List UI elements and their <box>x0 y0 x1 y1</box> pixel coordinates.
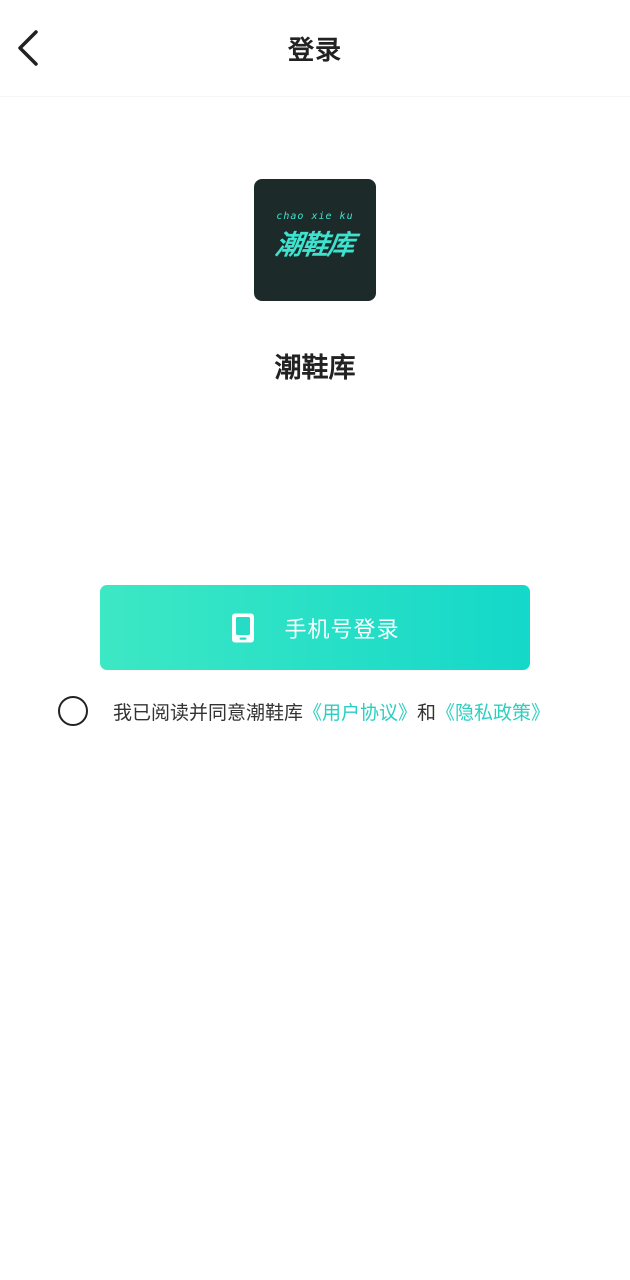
logo-mark: 潮鞋库 <box>273 230 356 261</box>
privacy-policy-link[interactable]: 《隐私政策》 <box>436 698 550 725</box>
top-nav-bar: 登录 <box>0 0 630 97</box>
agreement-checkbox[interactable] <box>58 696 88 726</box>
app-name: 潮鞋库 <box>274 353 356 384</box>
app-logo: chao xie ku 潮鞋库 <box>254 179 376 301</box>
phone-login-button[interactable]: 手机号登录 <box>100 585 530 670</box>
agreement-row: 我已阅读并同意潮鞋库 《用户协议》 和 《隐私政策》 <box>58 692 550 730</box>
login-screen: 登录 chao xie ku 潮鞋库 潮鞋库 手机号登录 我已阅读并同意潮鞋库 … <box>0 0 630 1280</box>
user-agreement-link[interactable]: 《用户协议》 <box>303 698 417 725</box>
agreement-conjunction: 和 <box>417 701 437 724</box>
logo-subtitle: chao xie ku <box>276 211 354 222</box>
agreement-text: 我已阅读并同意潮鞋库 <box>113 701 304 724</box>
phone-icon <box>230 612 256 644</box>
page-title: 登录 <box>287 36 342 66</box>
phone-login-label: 手机号登录 <box>284 617 400 643</box>
